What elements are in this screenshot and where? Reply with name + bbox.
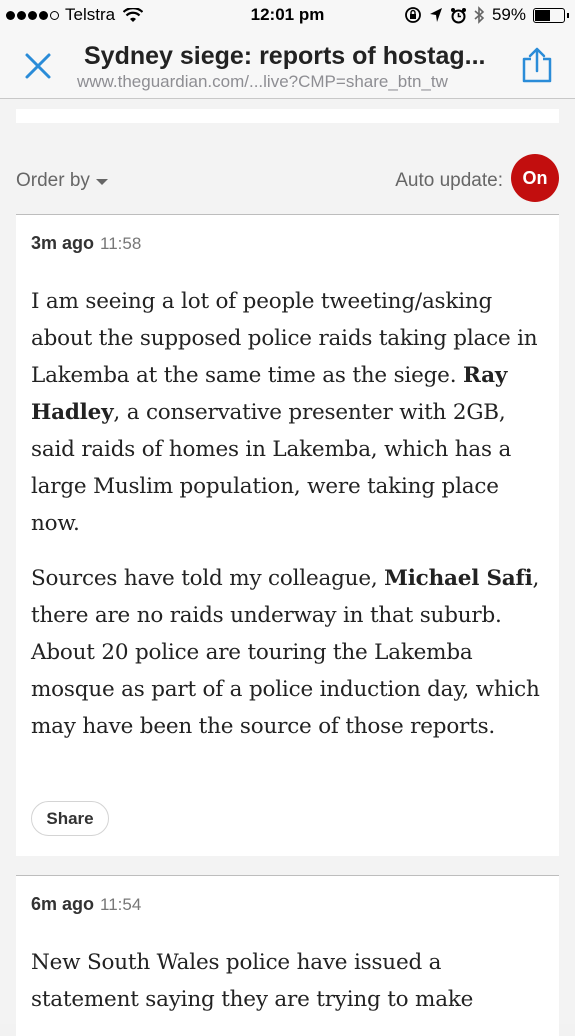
page-url[interactable]: www.theguardian.com/...live?CMP=share_bt… — [77, 72, 507, 92]
location-icon — [429, 8, 442, 22]
chevron-down-icon — [95, 179, 108, 185]
status-bar: Telstra 12:01 pm 59% — [0, 0, 575, 32]
close-icon[interactable] — [22, 50, 54, 82]
content-top — [16, 109, 559, 123]
share-icon[interactable] — [519, 46, 555, 84]
battery-percent: 59% — [491, 5, 526, 24]
bluetooth-icon — [474, 6, 485, 24]
bold-name: Michael Safi — [384, 566, 533, 591]
page-content: Order by Auto update: On 3m ago 11:58 I a… — [0, 99, 575, 1036]
liveblog-controls: Order by Auto update: On — [16, 154, 559, 214]
post-paragraph: Sources have told my colleague, Michael … — [31, 566, 540, 739]
post-paragraph: New South Wales police have issued a sta… — [31, 950, 474, 1012]
page-title: Sydney siege: reports of hostag... — [84, 42, 486, 70]
post-meta: 6m ago 11:54 — [31, 894, 141, 915]
status-right: 59% — [404, 5, 569, 25]
post-body: I am seeing a lot of people tweeting/ask… — [31, 283, 551, 763]
liveblog-post: 3m ago 11:58 I am seeing a lot of people … — [16, 214, 559, 856]
post-ago: 6m ago — [31, 894, 95, 914]
order-by-dropdown[interactable]: Order by — [16, 170, 108, 192]
rotation-lock-icon — [405, 7, 421, 23]
battery-fill — [535, 9, 551, 21]
order-by-label: Order by — [16, 170, 90, 191]
alarm-icon — [450, 7, 466, 23]
post-time: 11:54 — [100, 895, 142, 914]
liveblog-post: 6m ago 11:54 New South Wales police have … — [16, 875, 559, 1036]
browser-header: Sydney siege: reports of hostag... www.t… — [0, 32, 575, 99]
post-meta: 3m ago 11:58 — [31, 233, 141, 254]
post-paragraph: I am seeing a lot of people tweeting/ask… — [31, 289, 538, 536]
battery-icon — [533, 7, 569, 23]
post-body: New South Wales police have issued a sta… — [31, 944, 551, 1036]
auto-update-toggle[interactable]: On — [511, 154, 559, 202]
share-button[interactable]: Share — [31, 801, 109, 836]
post-time: 11:58 — [100, 234, 142, 253]
post-ago: 3m ago — [31, 233, 95, 253]
auto-update-label: Auto update: — [395, 170, 503, 191]
